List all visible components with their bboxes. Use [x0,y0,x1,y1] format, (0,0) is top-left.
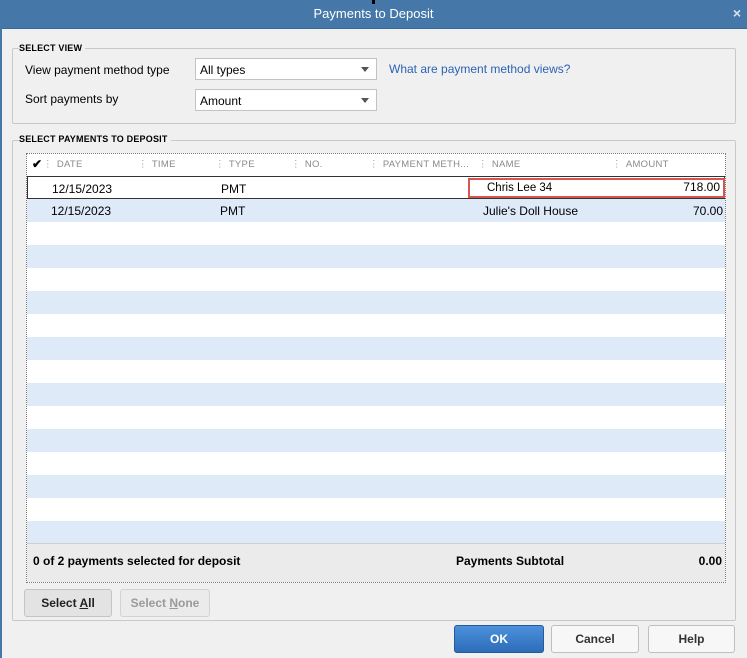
payments-heading: SELECT PAYMENTS TO DEPOSIT [19,134,171,144]
empty-row [27,222,725,245]
select-all-button[interactable]: Select All [24,589,112,617]
chevron-down-icon [361,67,369,72]
empty-row [27,360,725,383]
subtotal-label: Payments Subtotal [456,554,565,568]
ok-button[interactable]: OK [454,625,544,653]
payments-table: ✔ ⋮ DATE ⋮ TIME ⋮ TYPE ⋮ NO. ⋮ PAYMENT METH..… [26,153,726,583]
chevron-down-icon [361,98,369,103]
table-header: ✔ ⋮ DATE ⋮ TIME ⋮ TYPE ⋮ NO. ⋮ PAYMENT METH..… [27,154,725,176]
table-row[interactable]: 12/15/2023 PMT Chris Lee 34 718.00 [27,176,725,199]
subtotal-value: 0.00 [698,554,722,568]
row-date: 12/15/2023 [51,204,112,218]
sort-payments-value: Amount [200,94,242,108]
select-view-heading: SELECT VIEW [19,43,86,53]
column-amount[interactable]: ⋮ AMOUNT [612,159,669,170]
row-date: 12/15/2023 [52,182,113,196]
table-footer: 0 of 2 payments selected for deposit Pay… [27,543,725,582]
empty-row [27,406,725,429]
empty-row [27,475,725,498]
title-bar-notch [372,0,375,4]
window-title: Payments to Deposit [313,6,434,21]
row-amount: 70.00 [692,204,723,218]
empty-row [27,337,725,360]
window-left-border [0,28,2,658]
row-amount: 718.00 [683,180,720,194]
title-bar: Payments to Deposit × [0,0,747,29]
row-name: Julie's Doll House [483,204,578,218]
sort-payments-label: Sort payments by [25,92,119,106]
column-time[interactable]: ⋮ TIME [138,159,176,170]
column-payment-method[interactable]: ⋮ PAYMENT METH... [369,159,469,170]
empty-row [27,383,725,406]
empty-row [27,498,725,521]
check-column-icon[interactable]: ✔ [32,157,42,171]
column-name[interactable]: ⋮ NAME [478,159,520,170]
column-type[interactable]: ⋮ TYPE [215,159,255,170]
sort-payments-dropdown[interactable]: Amount [195,89,377,111]
empty-row [27,429,725,452]
empty-row [27,314,725,337]
payment-method-value: All types [200,63,246,77]
row-type: PMT [220,204,246,218]
help-button[interactable]: Help [648,625,735,653]
column-no[interactable]: ⋮ NO. [291,159,323,170]
empty-row [27,521,725,544]
row-name[interactable]: Chris Lee 34 [487,182,552,194]
payment-method-dropdown[interactable]: All types [195,58,377,80]
table-row[interactable]: 12/15/2023 PMT Julie's Doll House 70.00 [27,199,725,222]
empty-row [27,245,725,268]
select-none-button[interactable]: Select None [120,589,210,617]
row-type: PMT [221,182,247,196]
payment-method-label: View payment method type [25,63,170,77]
empty-row [27,268,725,291]
cancel-button[interactable]: Cancel [551,625,639,653]
payment-method-views-link[interactable]: What are payment method views? [389,62,570,76]
empty-row [27,291,725,314]
column-date[interactable]: ⋮ DATE [43,159,83,170]
selection-count: 0 of 2 payments selected for deposit [33,554,241,568]
empty-row [27,452,725,475]
close-icon[interactable]: × [733,5,741,21]
table-body: 12/15/2023 PMT Chris Lee 34 718.00 12/15… [27,176,725,544]
